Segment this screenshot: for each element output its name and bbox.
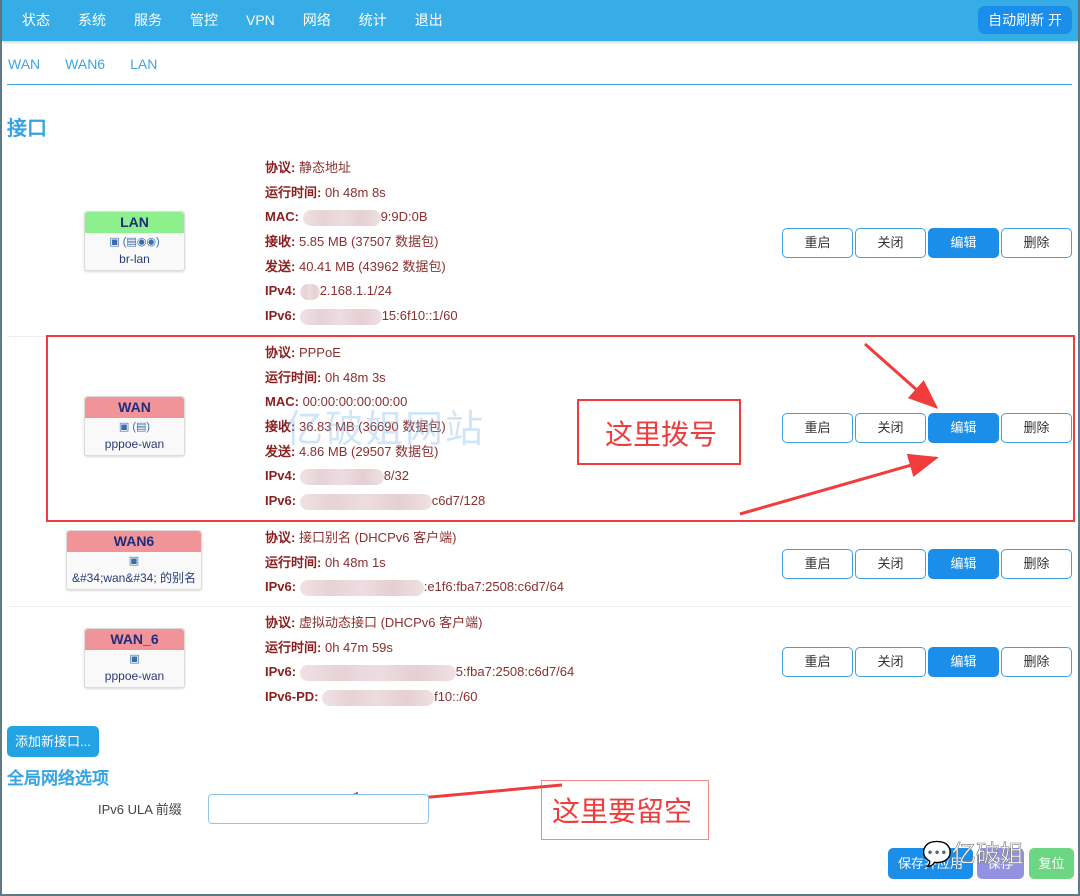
value-ipv4: 2.168.1.1/24 xyxy=(319,283,392,299)
interface-badge-wan6[interactable]: WAN6 ▣ &#34;wan&#34; 的别名 xyxy=(66,530,202,590)
add-interface-button[interactable]: 添加新接口... xyxy=(7,726,99,757)
value-protocol: 虚拟动态接口 (DHCPv6 客户端) xyxy=(298,615,483,630)
top-nav-bar: 状态 系统 服务 管控 VPN 网络 统计 退出 自动刷新 开 xyxy=(2,0,1078,41)
value-uptime: 0h 48m 1s xyxy=(324,554,386,570)
row-divider xyxy=(7,606,1072,607)
badge-device: br-lan xyxy=(119,252,150,266)
redacted-blur xyxy=(322,689,435,706)
network-device-icon: ▣ xyxy=(128,555,140,567)
label-protocol: 协议: xyxy=(265,160,296,175)
global-options-title: 全局网络选项 xyxy=(7,769,109,788)
label-ipv6: IPv6: xyxy=(265,308,297,324)
restart-button-wan6[interactable]: 重启 xyxy=(782,549,853,579)
value-uptime: 0h 48m 8s xyxy=(324,184,386,200)
save-button[interactable]: 保存 xyxy=(977,848,1024,879)
value-protocol: 接口别名 (DHCPv6 客户端) xyxy=(298,530,457,545)
menu-network[interactable]: 网络 xyxy=(289,0,345,41)
annotation-dial-here: 这里拨号 xyxy=(605,419,718,450)
value-ipv6: 5:fba7:2508:c6d7/64 xyxy=(455,664,575,680)
wan-6-actions: 重启 关闭 编辑 删除 xyxy=(782,647,1072,677)
menu-services[interactable]: 服务 xyxy=(120,0,176,41)
main-menu: 状态 系统 服务 管控 VPN 网络 统计 退出 xyxy=(8,0,457,41)
badge-device: pppoe-wan xyxy=(104,669,165,683)
network-device-icon: ▣ xyxy=(129,653,140,665)
stop-button-wan-6[interactable]: 关闭 xyxy=(855,647,926,677)
stop-button-wan6[interactable]: 关闭 xyxy=(855,549,926,579)
delete-button-lan[interactable]: 删除 xyxy=(1001,228,1072,258)
badge-title: WAN6 xyxy=(67,531,201,552)
menu-status[interactable]: 状态 xyxy=(8,0,64,41)
label-protocol: 协议: xyxy=(265,615,296,630)
badge-title: WAN_6 xyxy=(85,629,184,650)
label-rx: 接收: xyxy=(265,234,296,250)
label-uptime: 运行时间: xyxy=(265,639,322,655)
value-ipv6: 15:6f10::1/60 xyxy=(381,308,458,324)
tab-wan6[interactable]: WAN6 xyxy=(65,56,105,72)
annotation-leave-empty: 这里要留空 xyxy=(552,796,693,827)
network-device-icons: ▣ (▤◉◉) xyxy=(109,236,160,248)
value-ipv6: :e1f6:fba7:2508:c6d7/64 xyxy=(423,579,564,595)
redacted-blur xyxy=(299,308,382,325)
stop-button-lan[interactable]: 关闭 xyxy=(855,228,926,258)
interface-info-wan-6: 协议: 虚拟动态接口 (DHCPv6 客户端) 运行时间: 0h 47m 59s… xyxy=(265,611,574,710)
label-mac: MAC: xyxy=(265,209,299,225)
value-uptime: 0h 47m 59s xyxy=(324,639,393,655)
lan-actions: 重启 关闭 编辑 删除 xyxy=(782,228,1072,258)
badge-device: &#34;wan&#34; 的别名 xyxy=(71,571,197,585)
auto-refresh-button[interactable]: 自动刷新 开 xyxy=(978,6,1072,34)
reset-button[interactable]: 复位 xyxy=(1029,848,1074,879)
value-protocol: 静态地址 xyxy=(298,160,351,175)
label-ipv4: IPv4: xyxy=(265,283,297,299)
redacted-blur xyxy=(299,579,424,596)
value-tx: 40.41 MB (43962 数据包) xyxy=(298,258,446,274)
interface-badge-wan-6[interactable]: WAN_6 ▣ pppoe-wan xyxy=(84,628,185,688)
interface-info-wan6: 协议: 接口别名 (DHCPv6 客户端) 运行时间: 0h 48m 1s IP… xyxy=(265,526,564,600)
edit-button-wan-6[interactable]: 编辑 xyxy=(928,647,999,677)
label-tx: 发送: xyxy=(265,258,296,274)
value-ipv6-pd: f10::/60 xyxy=(434,689,478,705)
menu-statistics[interactable]: 统计 xyxy=(345,0,401,41)
menu-logout[interactable]: 退出 xyxy=(401,0,457,41)
redacted-blur xyxy=(299,284,320,300)
label-uptime: 运行时间: xyxy=(265,184,322,200)
annotation-highlight-wan-row xyxy=(46,335,1075,522)
menu-control[interactable]: 管控 xyxy=(176,0,232,41)
tab-lan[interactable]: LAN xyxy=(130,56,157,72)
restart-button-wan-6[interactable]: 重启 xyxy=(782,647,853,677)
badge-title: LAN xyxy=(85,212,184,233)
label-protocol: 协议: xyxy=(265,530,296,545)
section-title-interfaces: 接口 xyxy=(7,118,47,140)
delete-button-wan-6[interactable]: 删除 xyxy=(1001,647,1072,677)
interface-badge-lan[interactable]: LAN ▣ (▤◉◉) br-lan xyxy=(84,211,185,271)
label-uptime: 运行时间: xyxy=(265,554,322,570)
value-rx: 5.85 MB (37507 数据包) xyxy=(298,234,439,250)
tabs-underline xyxy=(7,84,1072,85)
ula-prefix-label: IPv6 ULA 前缀 xyxy=(98,802,182,817)
restart-button-lan[interactable]: 重启 xyxy=(782,228,853,258)
label-ipv6-pd: IPv6-PD: xyxy=(265,689,319,705)
delete-button-wan6[interactable]: 删除 xyxy=(1001,549,1072,579)
save-apply-button[interactable]: 保存并应用 xyxy=(888,848,973,879)
wan6-actions: 重启 关闭 编辑 删除 xyxy=(782,549,1072,579)
edit-button-lan[interactable]: 编辑 xyxy=(928,228,999,258)
label-ipv6: IPv6: xyxy=(265,664,297,680)
ula-prefix-input[interactable] xyxy=(208,794,429,824)
redacted-blur xyxy=(299,664,456,681)
tab-wan[interactable]: WAN xyxy=(8,56,40,72)
label-ipv6: IPv6: xyxy=(265,579,297,595)
interface-tabs: WAN WAN6 LAN xyxy=(8,56,182,72)
interface-info-lan: 协议: 静态地址 运行时间: 0h 48m 8s MAC: 9:9D:0B 接收… xyxy=(265,156,458,329)
value-mac: 9:9D:0B xyxy=(380,209,428,225)
menu-vpn[interactable]: VPN xyxy=(232,0,289,41)
menu-system[interactable]: 系统 xyxy=(64,0,120,41)
edit-button-wan6[interactable]: 编辑 xyxy=(928,549,999,579)
redacted-blur xyxy=(302,209,381,226)
